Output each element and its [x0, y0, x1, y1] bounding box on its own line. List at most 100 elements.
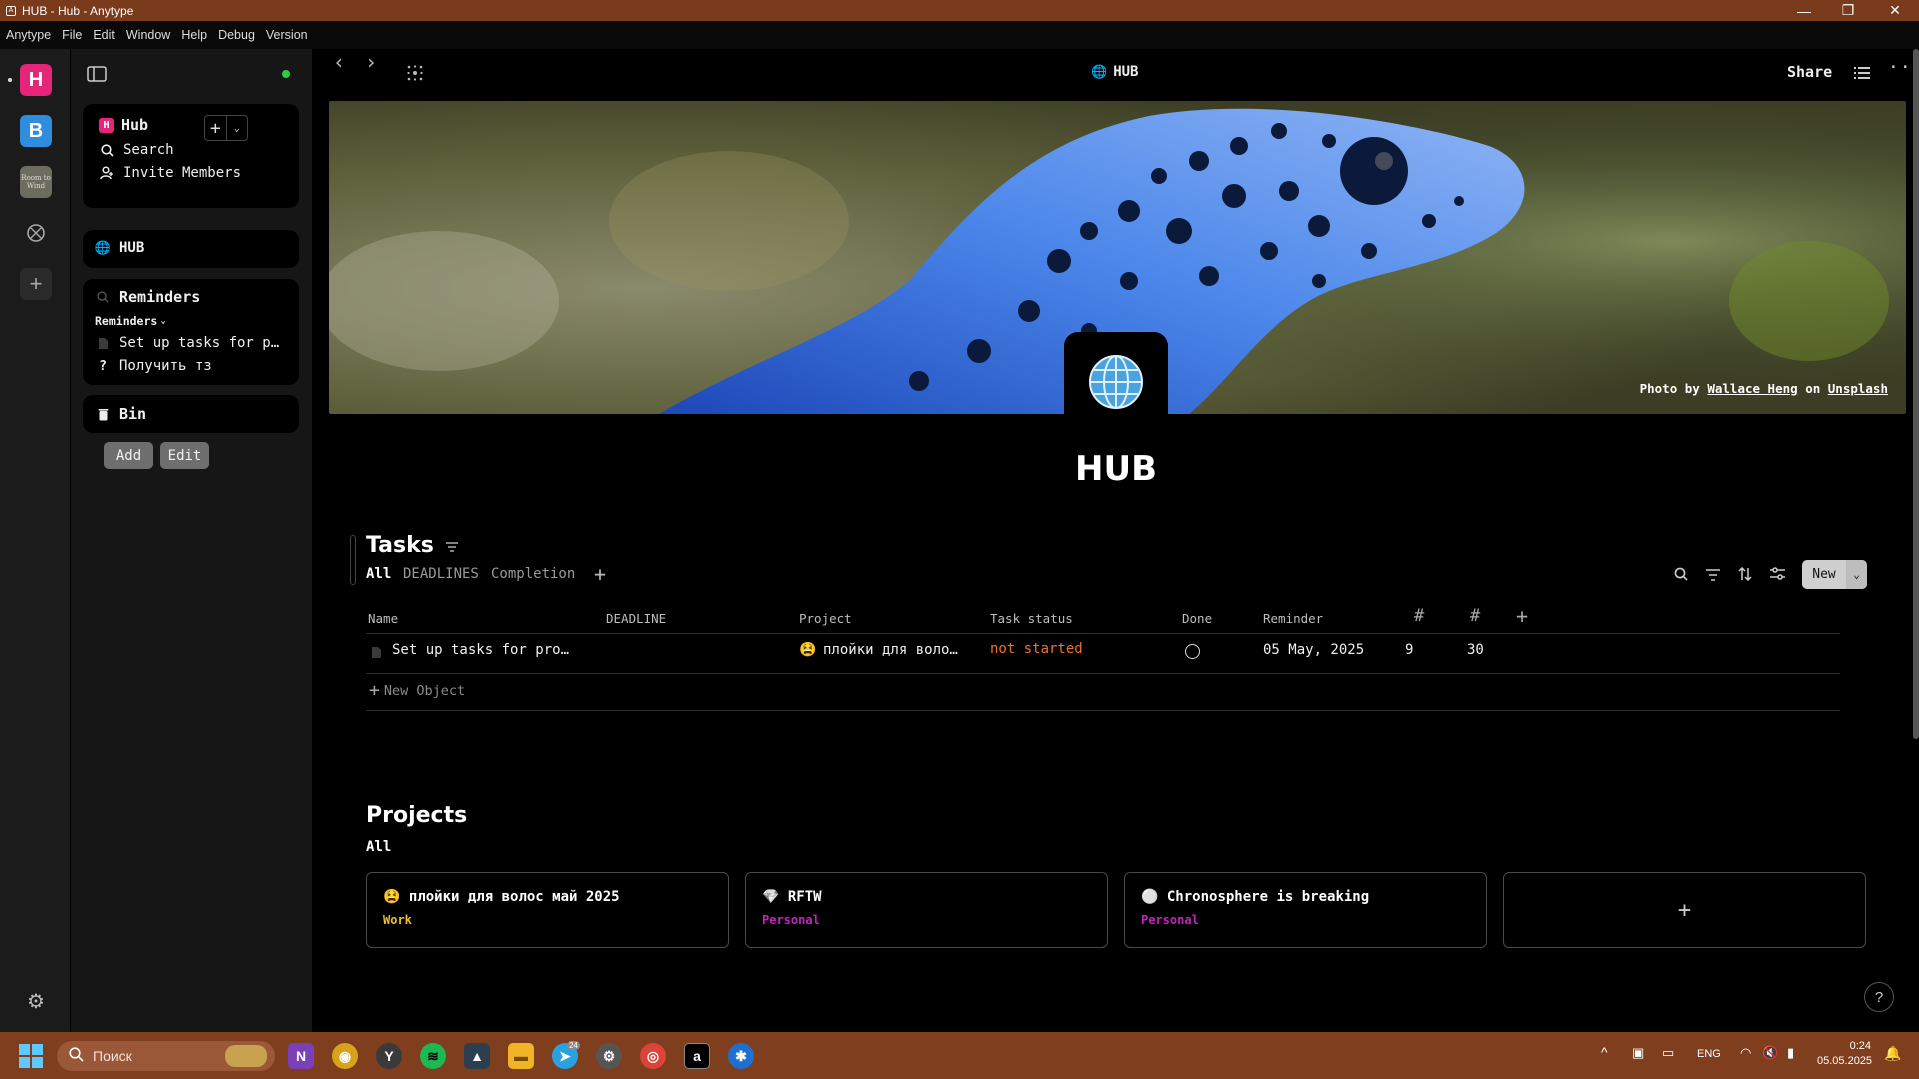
column-task-status[interactable]: Task status: [990, 611, 1073, 626]
app-arch-icon[interactable]: ▲: [464, 1043, 490, 1069]
project-card-3[interactable]: ⚪ Chronosphere is breaking Personal: [1124, 872, 1487, 948]
filter-small-icon[interactable]: [446, 542, 458, 552]
tasks-set-title[interactable]: Tasks: [366, 533, 434, 558]
add-column-button[interactable]: +: [1516, 604, 1528, 628]
wifi-icon[interactable]: ◠: [1740, 1045, 1751, 1061]
notification-bell-icon[interactable]: 🔔: [1884, 1045, 1901, 1062]
bin-widget[interactable]: Bin: [83, 395, 299, 433]
yandex-browser-icon[interactable]: Y: [376, 1043, 402, 1069]
chrome-icon[interactable]: ◎: [640, 1043, 666, 1069]
space-hub-button[interactable]: H: [20, 64, 52, 96]
column-number-2[interactable]: #: [1470, 606, 1480, 626]
search-icon[interactable]: [1674, 567, 1688, 581]
cover-credit: Photo by Wallace Heng on Unsplash: [1640, 381, 1888, 396]
menu-help[interactable]: Help: [181, 28, 207, 42]
back-arrow-icon[interactable]: ‹: [333, 50, 345, 74]
menu-debug[interactable]: Debug: [218, 28, 255, 42]
menu-version[interactable]: Version: [266, 28, 308, 42]
row-project[interactable]: плойки для воло…: [823, 642, 958, 658]
language-indicator[interactable]: ENG: [1697, 1048, 1721, 1060]
forward-arrow-icon[interactable]: ›: [365, 50, 377, 74]
browser-yellow-icon[interactable]: ◉: [332, 1043, 358, 1069]
help-button[interactable]: ?: [1864, 982, 1894, 1012]
reminders-widget-header[interactable]: Reminders: [95, 288, 200, 306]
create-options-chevron-icon[interactable]: ⌄: [227, 116, 248, 140]
tasks-view-completion[interactable]: Completion: [491, 566, 575, 582]
projects-view-all[interactable]: All: [366, 839, 391, 855]
column-name[interactable]: Name: [368, 611, 398, 626]
space-b-button[interactable]: B: [20, 115, 52, 147]
credit-source-link[interactable]: Unsplash: [1828, 381, 1888, 396]
new-object-row[interactable]: + New Object: [369, 680, 465, 701]
file-explorer-icon[interactable]: ▬: [508, 1043, 534, 1069]
maximize-button[interactable]: ❐: [1826, 0, 1870, 21]
space-name-row[interactable]: H Hub: [99, 116, 148, 134]
tasks-view-all[interactable]: All: [366, 566, 391, 582]
settings-gear-icon[interactable]: ⚙: [596, 1043, 622, 1069]
sort-icon[interactable]: [1738, 567, 1752, 581]
row-number-1[interactable]: 9: [1405, 642, 1413, 658]
display-icon[interactable]: ▭: [1662, 1045, 1674, 1061]
filter-icon[interactable]: [1706, 569, 1720, 581]
reminder-item-2[interactable]: ? Получить тз: [95, 358, 212, 374]
settings-gear-icon[interactable]: ⚙: [20, 985, 52, 1017]
reminders-view-selector[interactable]: Reminders ⌄: [95, 314, 166, 328]
column-done[interactable]: Done: [1182, 611, 1212, 626]
volume-muted-icon[interactable]: 🔇: [1762, 1045, 1778, 1061]
invite-members-row[interactable]: Invite Members: [99, 165, 241, 181]
column-number-1[interactable]: #: [1414, 606, 1424, 626]
add-space-button[interactable]: +: [20, 268, 52, 300]
anytype-taskbar-icon[interactable]: a: [684, 1043, 710, 1069]
add-view-button[interactable]: +: [594, 562, 606, 586]
search-row[interactable]: Search: [99, 142, 174, 158]
graph-icon[interactable]: [407, 65, 423, 81]
gallery-icon[interactable]: [20, 217, 52, 249]
toggle-sidebar-icon[interactable]: [87, 66, 107, 82]
credit-author-link[interactable]: Wallace Heng: [1707, 381, 1797, 396]
project-card-1[interactable]: 😫 плойки для волос май 2025 Work: [366, 872, 729, 948]
menu-anytype[interactable]: Anytype: [6, 28, 51, 42]
minimize-button[interactable]: —: [1782, 0, 1826, 21]
page-title[interactable]: HUB: [313, 449, 1919, 489]
page-icon[interactable]: [1064, 332, 1168, 432]
battery-icon[interactable]: ▮: [1787, 1045, 1794, 1061]
menu-file[interactable]: File: [62, 28, 82, 42]
menu-edit[interactable]: Edit: [93, 28, 115, 42]
app-blue-icon[interactable]: ✱: [728, 1043, 754, 1069]
column-project[interactable]: Project: [799, 611, 852, 626]
tasks-view-deadlines[interactable]: DEADLINES: [403, 566, 479, 582]
clock[interactable]: 0:24 05.05.2025: [1817, 1039, 1872, 1069]
tray-app-icon[interactable]: ▣: [1632, 1045, 1644, 1061]
close-button[interactable]: ✕: [1873, 0, 1917, 21]
taskbar-search-input[interactable]: Поиск: [57, 1041, 275, 1071]
header-page-title[interactable]: 🌐 HUB: [1091, 64, 1138, 80]
chevron-up-icon[interactable]: ^: [1601, 1044, 1608, 1060]
projects-set-title[interactable]: Projects: [366, 803, 467, 828]
row-done-checkbox[interactable]: [1185, 644, 1200, 659]
vertical-scrollbar[interactable]: [1913, 49, 1919, 739]
list-widgets-icon[interactable]: [1854, 66, 1870, 80]
row-number-2[interactable]: 30: [1467, 642, 1484, 658]
menu-window[interactable]: Window: [126, 28, 170, 42]
row-reminder[interactable]: 05 May, 2025: [1263, 642, 1364, 658]
edit-widgets-button[interactable]: Edit: [160, 442, 209, 469]
pinned-hub-widget[interactable]: 🌐 HUB: [83, 230, 299, 268]
spotify-icon[interactable]: ≋: [420, 1043, 446, 1069]
windows-start-icon[interactable]: [19, 1044, 43, 1068]
block-drag-handle[interactable]: [350, 535, 356, 585]
row-name[interactable]: Set up tasks for pro…: [392, 642, 569, 658]
space-room-to-wind-button[interactable]: Room to Wind: [20, 166, 52, 198]
column-deadline[interactable]: DEADLINE: [606, 611, 666, 626]
settings-sliders-icon[interactable]: [1770, 567, 1785, 581]
reminder-item-1[interactable]: Set up tasks for p…: [95, 335, 279, 351]
add-project-card[interactable]: +: [1503, 872, 1866, 948]
onenote-icon[interactable]: N: [288, 1043, 314, 1069]
share-button[interactable]: Share: [1787, 63, 1832, 81]
row-status[interactable]: not started: [990, 641, 1083, 657]
column-reminder[interactable]: Reminder: [1263, 611, 1323, 626]
new-object-button[interactable]: New: [1802, 560, 1846, 589]
new-options-chevron-icon[interactable]: ⌄: [1846, 560, 1867, 589]
project-card-2[interactable]: 💎 RFTW Personal: [745, 872, 1108, 948]
create-object-button[interactable]: +: [205, 116, 227, 140]
add-widget-button[interactable]: Add: [104, 442, 153, 469]
